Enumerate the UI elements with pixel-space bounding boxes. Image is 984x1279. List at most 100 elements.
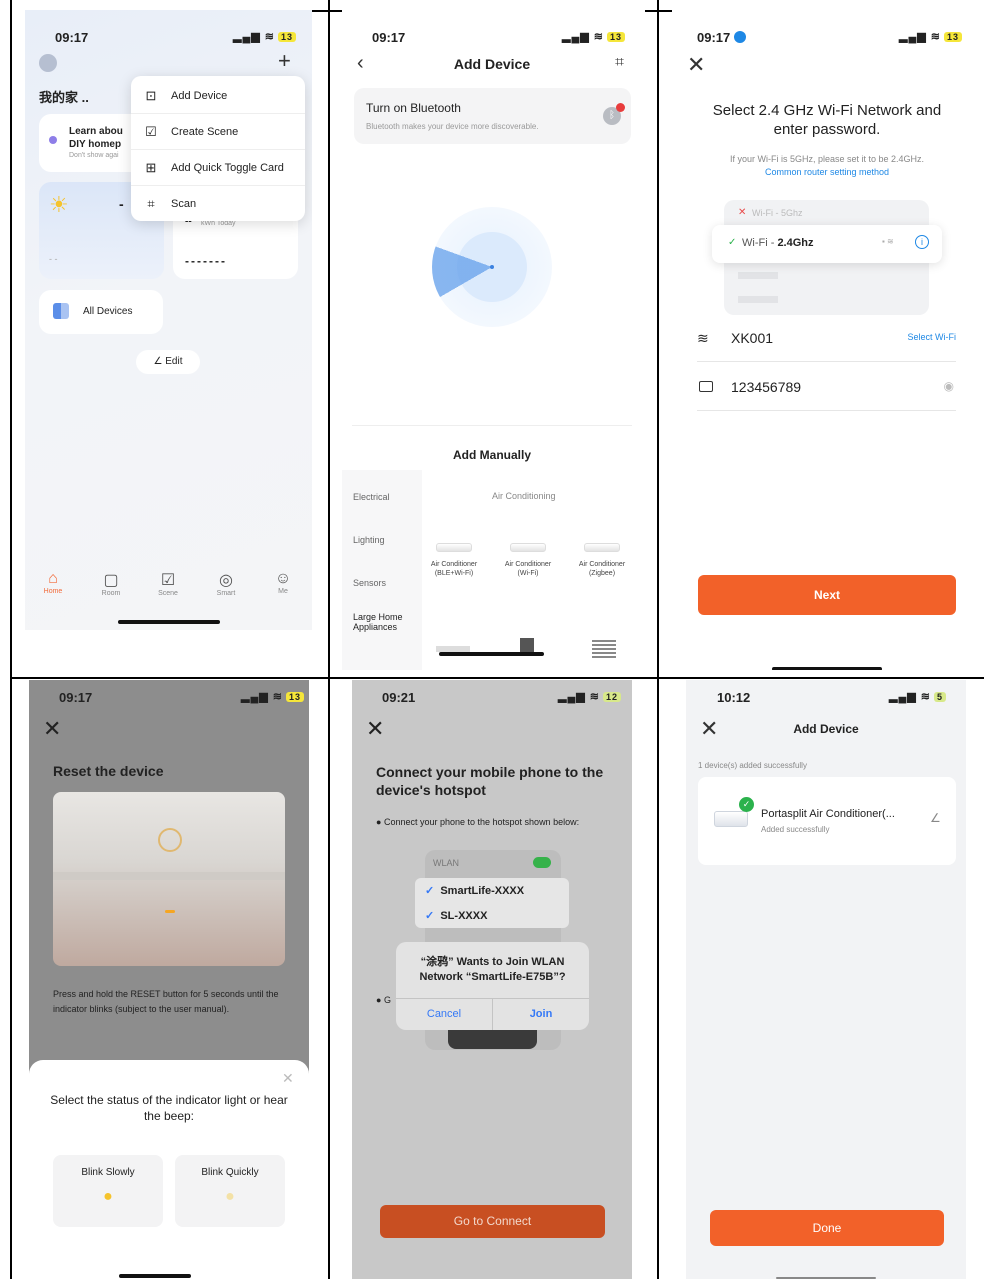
bullet-icon: ● <box>376 817 382 827</box>
cancel-button[interactable]: Cancel <box>396 999 492 1030</box>
next-button[interactable]: Next <box>698 575 956 615</box>
join-network-dialog: “涂鸦” Wants to Join WLAN Network “SmartLi… <box>396 942 589 1030</box>
grid-icon <box>53 303 69 319</box>
status-time-text: 09:17 <box>697 30 731 45</box>
status-time: 09:21 <box>382 690 416 705</box>
tab-bar: ⌂ Home ▢ Room ☑ Scene ◎ Smart ☺ Me <box>25 570 312 610</box>
blink-slowly-option[interactable]: Blink Slowly ● <box>53 1155 163 1227</box>
me-icon: ☺ <box>274 570 292 587</box>
weather-value: - <box>119 196 124 212</box>
lock-wifi-icons: ▪ ≋ <box>882 237 894 246</box>
product-ac-zigbee[interactable]: Air Conditioner (Zigbee) <box>572 543 632 578</box>
page-title: Add Device <box>793 722 859 736</box>
password-field[interactable]: 123456789 <box>731 379 801 395</box>
status-time: 10:12 <box>717 690 751 705</box>
category-large-home-appliances[interactable]: Large Home Appliances <box>353 612 409 633</box>
menu-scan[interactable]: ⌗ Scan <box>131 186 305 222</box>
status-bar: 09:17 ▂▄▆ ≋ 13 <box>25 10 312 50</box>
done-button[interactable]: Done <box>710 1210 944 1246</box>
device-photo <box>53 792 285 966</box>
page-title: Reset the device <box>53 763 164 779</box>
eye-icon[interactable]: ◉ <box>944 379 954 393</box>
close-icon[interactable]: ✕ <box>43 716 61 742</box>
wifi-icon: ≋ <box>697 330 709 346</box>
sheet-title: Select the status of the indicator light… <box>50 1093 288 1123</box>
menu-create-scene-label: Create Scene <box>171 125 239 138</box>
grid-line <box>645 10 672 12</box>
tab-me-label: Me <box>278 588 288 595</box>
category-sensors[interactable]: Sensors <box>353 578 386 588</box>
bullet-icon: ● <box>376 995 382 1005</box>
avatar[interactable] <box>39 54 57 72</box>
menu-add-device[interactable]: ⊡ Add Device <box>131 78 305 114</box>
select-wifi-link[interactable]: Select Wi-Fi <box>907 332 956 342</box>
battery-icon: 13 <box>944 32 963 42</box>
add-device-icon: ⊡ <box>145 87 157 103</box>
added-count-text: 1 device(s) added successfully <box>698 761 807 770</box>
tab-scene-label: Scene <box>158 590 178 597</box>
join-button[interactable]: Join <box>493 999 589 1030</box>
close-icon[interactable]: ✕ <box>282 1070 294 1087</box>
product-ac-ble-wifi[interactable]: Air Conditioner (BLE+Wi-Fi) <box>424 543 484 578</box>
promo-title-2: DIY homep <box>69 139 122 150</box>
home-name[interactable]: 我的家 .. <box>39 87 89 106</box>
bluetooth-title: Turn on Bluetooth <box>366 101 461 115</box>
wifi-ssid-row[interactable]: ≋ XK001 Select Wi-Fi <box>697 314 956 362</box>
bluetooth-banner[interactable]: Turn on Bluetooth Bluetooth makes your d… <box>354 88 631 144</box>
category-lighting[interactable]: Lighting <box>353 535 385 545</box>
product-ac-wifi[interactable]: Air Conditioner (Wi-Fi) <box>498 543 558 578</box>
x-icon: ✕ <box>738 207 747 218</box>
promo-title: Learn abou <box>69 126 123 137</box>
added-device-card[interactable]: ✓ Portasplit Air Conditioner(... Added s… <box>698 777 956 865</box>
tab-home[interactable]: ⌂ Home <box>28 570 78 595</box>
edit-icon[interactable]: ∠ <box>930 811 941 825</box>
battery-icon: 12 <box>603 692 622 702</box>
add-icon[interactable]: + <box>278 48 291 74</box>
grid-line <box>657 0 659 1279</box>
blink-quickly-option[interactable]: Blink Quickly ● <box>175 1155 285 1227</box>
radar-center <box>490 265 494 269</box>
lightbulb-icon: ● <box>103 1188 113 1205</box>
energy-value: ------- <box>185 254 227 268</box>
promo-subtitle: Don't show agai <box>69 152 119 159</box>
divider <box>352 425 632 426</box>
tab-room[interactable]: ▢ Room <box>86 570 136 597</box>
signal-icon: ▂▄▆ ≋ 13 <box>562 30 626 43</box>
menu-create-scene[interactable]: ☑ Create Scene <box>131 114 305 150</box>
tab-smart[interactable]: ◎ Smart <box>201 570 251 597</box>
edit-button[interactable]: ∠ Edit <box>136 350 200 374</box>
go-to-connect-button[interactable]: Go to Connect <box>380 1205 605 1238</box>
scan-icon[interactable]: ⌗ <box>615 54 624 72</box>
tab-me[interactable]: ☺ Me <box>258 570 308 595</box>
network-name: SmartLife-XXXX <box>440 885 525 897</box>
wlan-toggle <box>533 857 551 868</box>
appliance-icon <box>592 640 616 658</box>
home-screen: 09:17 ▂▄▆ ≋ 13 + 我的家 .. Learn abou DIY ho… <box>25 10 312 630</box>
all-devices-card[interactable]: All Devices <box>39 290 163 334</box>
tab-scene[interactable]: ☑ Scene <box>143 570 193 597</box>
signal-icon: ▂▄▆ ≋ 5 <box>889 690 947 703</box>
router-help-link[interactable]: Common router setting method <box>692 167 962 177</box>
wifi-setup-screen: 09:17 ▂▄▆ ≋ 13 ✕ Select 2.4 GHz Wi-Fi Net… <box>672 10 972 670</box>
status-time: 09:17 <box>697 30 746 45</box>
reset-device-screen: 09:17 ▂▄▆ ≋ 13 ✕ Reset the device Press a… <box>29 680 309 1279</box>
home-indicator <box>439 652 544 656</box>
add-menu: ⊡ Add Device ☑ Create Scene ⊞ Add Quick Tog… <box>131 76 305 221</box>
close-icon[interactable]: ✕ <box>687 52 705 78</box>
blink-quickly-label: Blink Quickly <box>201 1167 259 1178</box>
product-ac-wifi-label: Air Conditioner (Wi-Fi) <box>504 561 552 578</box>
category-electrical[interactable]: Electrical <box>353 492 390 502</box>
home-indicator <box>118 620 220 624</box>
menu-add-quick-toggle[interactable]: ⊞ Add Quick Toggle Card <box>131 150 305 186</box>
success-check-icon: ✓ <box>739 797 754 812</box>
wifi-24g-band: 2.4Ghz <box>777 237 814 249</box>
wifi-24g-prefix: Wi-Fi - <box>742 237 778 249</box>
step-2: ● G <box>376 995 391 1005</box>
close-icon[interactable]: ✕ <box>366 716 384 742</box>
blink-slowly-label: Blink Slowly <box>81 1167 135 1178</box>
placeholder-bar <box>738 296 778 303</box>
wifi-24g-row: ✓ Wi-Fi - 2.4Ghz ▪ ≋ i <box>712 225 942 263</box>
wlan-label: WLAN <box>433 858 460 868</box>
grid-line <box>10 0 12 1279</box>
wifi-password-row[interactable]: 123456789 ◉ <box>697 363 956 411</box>
